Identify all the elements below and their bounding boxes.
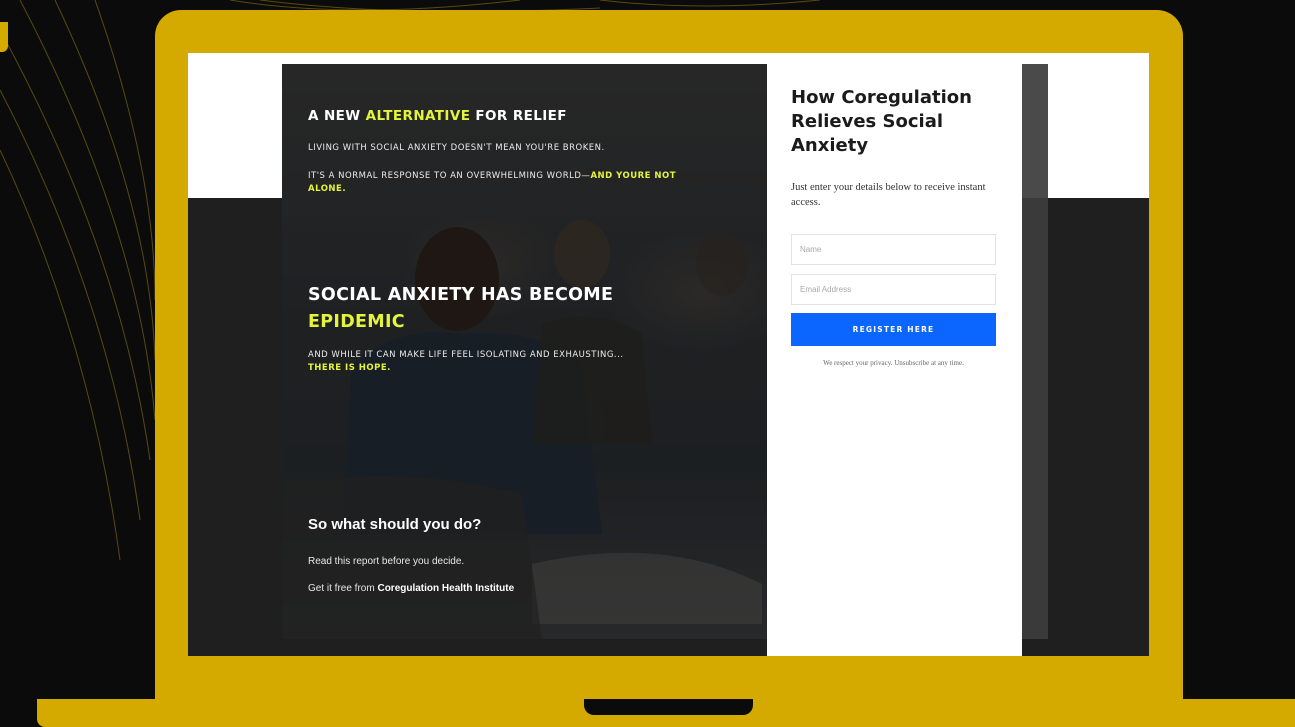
register-button[interactable]: REGISTER HERE: [791, 313, 996, 346]
hero-read-report: Read this report before you decide.: [308, 556, 465, 567]
hero-get-it-free: Get it free from Coregulation Health Ins…: [308, 583, 515, 594]
hero-line-normal-response: IT'S A NORMAL RESPONSE TO AN OVERWHELMIN…: [308, 171, 677, 194]
email-field[interactable]: [791, 274, 996, 305]
hero-kicker: A NEW ALTERNATIVE FOR RELIEF: [308, 108, 567, 124]
signup-form-panel: How Coregulation Relieves Social Anxiety…: [767, 64, 1022, 656]
form-subtitle: Just enter your details below to receive…: [791, 182, 986, 208]
privacy-note: We respect your privacy. Unsubscribe at …: [823, 359, 964, 367]
laptop-screen: A NEW ALTERNATIVE FOR RELIEF LIVING WITH…: [188, 53, 1149, 656]
right-edge-strip-top: [1022, 64, 1048, 198]
hero-question: So what should you do?: [308, 516, 482, 533]
hero-headline: SOCIAL ANXIETY HAS BECOME EPIDEMIC: [308, 285, 614, 332]
form-title: How Coregulation Relieves Social Anxiety: [791, 87, 972, 156]
hero-section: A NEW ALTERNATIVE FOR RELIEF LIVING WITH…: [282, 64, 767, 639]
name-field[interactable]: [791, 234, 996, 265]
corner-accent: [0, 22, 8, 52]
hero-line-broken: LIVING WITH SOCIAL ANXIETY DOESN'T MEAN …: [308, 143, 605, 153]
hero-line-hope: AND WHILE IT CAN MAKE LIFE FEEL ISOLATIN…: [308, 350, 624, 373]
laptop-notch: [584, 699, 753, 715]
